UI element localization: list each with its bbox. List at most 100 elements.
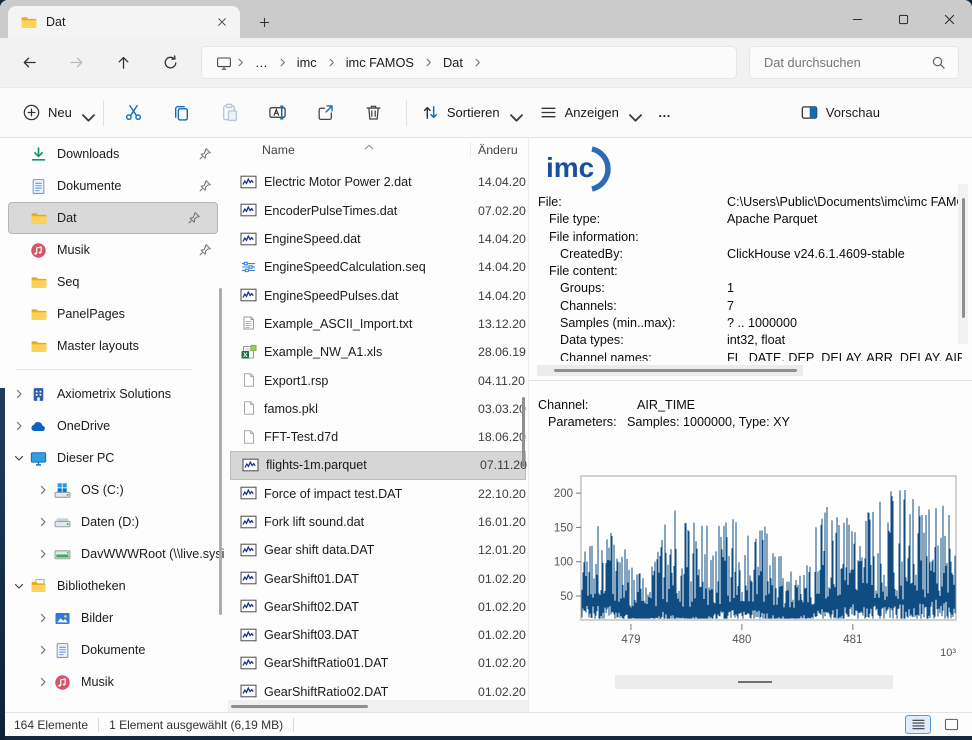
cut-button[interactable] <box>114 95 154 131</box>
sidebar-item-dokumente[interactable]: Dokumente <box>0 170 228 202</box>
file-name: GearShift01.DAT <box>264 572 474 586</box>
chart-horizontal-scrollbar[interactable] <box>615 675 893 689</box>
column-divider[interactable] <box>470 142 471 157</box>
building-icon <box>30 386 47 403</box>
file-row[interactable]: EngineSpeedPulses.dat14.04.20 <box>228 281 528 309</box>
breadcrumb-item[interactable]: Dat <box>437 51 469 74</box>
sidebar-item-musik[interactable]: Musik <box>0 666 228 698</box>
sidebar-item-musik[interactable]: Musik <box>0 234 228 266</box>
chevron-right-icon[interactable] <box>32 484 54 496</box>
chevron-right-icon[interactable] <box>8 420 30 432</box>
chevron-down-icon <box>626 108 636 118</box>
column-header-name[interactable]: Name <box>262 143 295 157</box>
delete-button[interactable] <box>354 95 394 131</box>
chevron-right-icon[interactable] <box>32 612 54 624</box>
this-pc-icon[interactable] <box>216 55 232 71</box>
details-view-button[interactable] <box>905 715 931 734</box>
dat-file-icon <box>240 175 258 190</box>
file-list-horizontal-scrollbar[interactable] <box>228 700 528 712</box>
sidebar-item-panelpages[interactable]: PanelPages <box>0 298 228 330</box>
chevron-right-icon[interactable] <box>32 644 54 656</box>
dat-file-icon <box>242 458 260 473</box>
file-row[interactable]: GearShiftRatio02.DAT01.02.20 <box>228 678 528 700</box>
back-button[interactable] <box>12 46 46 80</box>
file-row[interactable]: Example_ASCII_Import.txt13.12.20 <box>228 310 528 338</box>
sidebar-item-seq[interactable]: Seq <box>0 266 228 298</box>
address-bar[interactable]: … imc imc FAMOS Dat <box>201 46 737 79</box>
sidebar-item-dat[interactable]: Dat <box>8 202 218 234</box>
sidebar-item-master-layouts[interactable]: Master layouts <box>0 330 228 362</box>
sidebar-item-daten-d-[interactable]: Daten (D:) <box>0 506 228 538</box>
file-date: 16.01.20 <box>478 515 526 529</box>
breadcrumb-item[interactable]: imc <box>291 51 323 74</box>
preview-toggle-button[interactable]: Vorschau <box>792 97 888 128</box>
file-list-vertical-scrollbar[interactable] <box>522 397 525 467</box>
file-row[interactable]: GearShift02.DAT01.02.20 <box>228 593 528 621</box>
file-row[interactable]: XExample_NW_A1.xls28.06.19 <box>228 338 528 366</box>
rename-button[interactable] <box>258 95 298 131</box>
up-button[interactable] <box>106 46 140 80</box>
breadcrumb-item[interactable]: imc FAMOS <box>340 51 420 74</box>
file-info-row: File information: <box>538 230 962 247</box>
info-vertical-scrollbar[interactable] <box>958 184 968 344</box>
dat-file-icon <box>240 515 258 530</box>
file-row[interactable]: Gear shift data.DAT12.01.20 <box>228 536 528 564</box>
sidebar-scrollbar[interactable] <box>219 288 222 615</box>
icons-view-button[interactable] <box>938 715 964 734</box>
new-button[interactable]: Neu <box>14 97 97 128</box>
sidebar-item-bilder[interactable]: Bilder <box>0 602 228 634</box>
file-row[interactable]: GearShiftRatio01.DAT01.02.20 <box>228 649 528 677</box>
file-row[interactable]: flights-1m.parquet07.11.20 <box>230 451 526 479</box>
signal-chart: 5010015020047948048110³ <box>537 458 961 662</box>
new-tab-button[interactable] <box>254 12 274 32</box>
file-info-row: CreatedBy:ClickHouse v24.6.1.4609-stable <box>538 247 962 264</box>
file-row[interactable]: GearShift03.DAT01.02.20 <box>228 621 528 649</box>
sidebar-item-dokumente[interactable]: Dokumente <box>0 634 228 666</box>
sort-button[interactable]: Sortieren <box>413 97 525 128</box>
chevron-right-icon[interactable] <box>8 388 30 400</box>
minimize-button[interactable] <box>834 0 880 38</box>
more-button[interactable]: … <box>650 99 679 126</box>
chevron-right-icon[interactable] <box>32 548 54 560</box>
tab-close-icon[interactable] <box>213 14 230 31</box>
sidebar-item-axiometrix-solutions[interactable]: Axiometrix Solutions <box>0 378 228 410</box>
sidebar-item-downloads[interactable]: Downloads <box>0 138 228 170</box>
file-row[interactable]: Fork lift sound.dat 16.01.20 <box>228 508 528 536</box>
file-row[interactable]: GearShift01.DAT01.02.20 <box>228 564 528 592</box>
maximize-button[interactable] <box>880 0 926 38</box>
view-button[interactable]: Anzeigen <box>531 97 644 128</box>
sidebar-item-onedrive[interactable]: OneDrive <box>0 410 228 442</box>
search-box[interactable] <box>749 46 959 79</box>
share-button[interactable] <box>306 95 346 131</box>
file-date: 14.04.20 <box>478 175 526 189</box>
file-row[interactable]: Force of impact test.DAT22.10.20 <box>228 480 528 508</box>
file-row[interactable]: EngineSpeedCalculation.seq14.04.20 <box>228 253 528 281</box>
tab-dat[interactable]: Dat <box>8 6 240 38</box>
file-row[interactable]: FFT-Test.d7d18.06.20 <box>228 423 528 451</box>
file-row[interactable]: Export1.rsp04.11.20 <box>228 366 528 394</box>
sidebar-item-os-c-[interactable]: OS (C:) <box>0 474 228 506</box>
refresh-button[interactable] <box>153 46 187 80</box>
search-input[interactable] <box>762 54 931 71</box>
chevron-down-icon[interactable] <box>8 580 30 592</box>
info-horizontal-scrollbar[interactable] <box>537 365 803 376</box>
file-row[interactable]: EngineSpeed.dat14.04.20 <box>228 225 528 253</box>
sidebar-item-davwwwroot-live-sysi[interactable]: DavWWWRoot (\\live.sysi <box>0 538 228 570</box>
column-header-date[interactable]: Änderu <box>478 143 518 157</box>
chevron-right-icon[interactable] <box>32 676 54 688</box>
copy-button[interactable] <box>162 95 202 131</box>
breadcrumb-overflow[interactable]: … <box>249 51 274 74</box>
chevron-down-icon[interactable] <box>8 452 30 464</box>
desktop-sliver <box>0 388 5 740</box>
file-date: 01.02.20 <box>478 628 526 642</box>
sidebar-item-bibliotheken[interactable]: Bibliotheken <box>0 570 228 602</box>
file-name: Fork lift sound.dat <box>264 515 474 529</box>
chevron-right-icon[interactable] <box>32 516 54 528</box>
close-button[interactable] <box>926 0 972 38</box>
sidebar-item-dieser-pc[interactable]: Dieser PC <box>0 442 228 474</box>
titlebar: Dat <box>0 0 972 38</box>
file-row[interactable]: Electric Motor Power 2.dat14.04.20 <box>228 168 528 196</box>
file-row[interactable]: famos.pkl03.03.20 <box>228 395 528 423</box>
file-name: famos.pkl <box>264 402 474 416</box>
file-row[interactable]: EncoderPulseTimes.dat07.02.20 <box>228 197 528 225</box>
